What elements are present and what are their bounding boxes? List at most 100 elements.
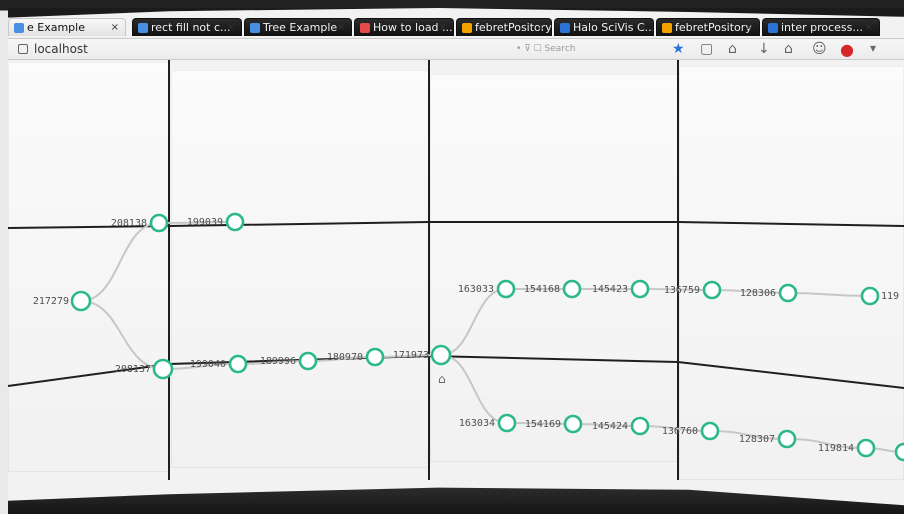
tree-node[interactable]: 145423 (592, 279, 650, 299)
tree-node-label: 189996 (260, 356, 296, 367)
tree-node[interactable]: 180970 (327, 347, 385, 367)
tree-node[interactable]: 136760 (662, 421, 720, 441)
tree-node-circle[interactable] (700, 421, 720, 441)
tree-node-label: 128306 (740, 288, 776, 299)
close-tab-icon[interactable]: × (865, 19, 873, 36)
tab-rect-fill[interactable]: rect fill not c... × (132, 18, 242, 36)
tree-node-circle[interactable] (228, 354, 248, 374)
tree-node-circle[interactable] (702, 280, 722, 300)
tree-node[interactable]: 119 (860, 286, 899, 306)
tree-node-circle[interactable] (563, 414, 583, 434)
tree-node[interactable]: 163034 (459, 413, 517, 433)
bookmark-star-icon[interactable] (672, 41, 686, 57)
tab-favicon-icon (560, 23, 570, 33)
tab-label: Tree Example (263, 21, 338, 34)
tree-node-circle[interactable] (630, 279, 650, 299)
tab-favicon-icon (768, 23, 778, 33)
tree-node-circle[interactable] (70, 290, 92, 312)
pocket-icon[interactable] (728, 41, 742, 57)
profile-icon[interactable] (812, 41, 827, 57)
tab-label: e Example (27, 21, 85, 34)
tree-node-label: 154168 (524, 284, 560, 295)
tree-node-label: 208137 (115, 364, 151, 375)
tree-node[interactable]: 128306 (740, 283, 798, 303)
tab-tree-example-2[interactable]: Tree Example × (244, 18, 352, 36)
clipboard-icon[interactable] (700, 41, 714, 57)
tab-febretpository-1[interactable]: febretPository × (456, 18, 552, 36)
url-text[interactable]: localhost (34, 42, 88, 56)
tree-node-label: 180970 (327, 352, 363, 363)
tree-node-circle[interactable] (497, 413, 517, 433)
tree-node-label: 199040 (190, 359, 226, 370)
tree-node-circle[interactable] (152, 358, 174, 380)
tree-node[interactable]: 208138 (111, 213, 169, 233)
tree-node[interactable]: 154169 (525, 414, 583, 434)
tree-node[interactable]: 136759 (664, 280, 722, 300)
tree-node[interactable]: 1 (894, 442, 904, 462)
tree-node[interactable]: 119814 (818, 438, 876, 458)
close-tab-icon[interactable]: × (439, 19, 447, 36)
tree-node[interactable]: 145424 (592, 416, 650, 436)
tab-febretpository-2[interactable]: febretPository × (656, 18, 760, 36)
tree-node-circle[interactable] (856, 438, 876, 458)
tree-node-label: 208138 (111, 218, 147, 229)
close-tab-icon[interactable]: × (337, 19, 345, 36)
tab-tree-example[interactable]: e Example × (8, 18, 126, 36)
search-hint: • ⊽ ☐ Search (516, 44, 576, 54)
tree-node-circle[interactable] (778, 283, 798, 303)
close-tab-icon[interactable]: × (227, 19, 235, 36)
tree-node-circle[interactable] (777, 429, 797, 449)
tree-node-circle[interactable] (860, 286, 880, 306)
tab-favicon-icon (138, 23, 148, 33)
tree-node-circle[interactable] (225, 212, 245, 232)
tree-node-label: 154169 (525, 419, 561, 430)
tab-label: inter process... (781, 21, 863, 34)
close-tab-icon[interactable]: × (111, 19, 119, 36)
close-tab-icon[interactable]: × (745, 19, 753, 36)
tree-node-label: 119814 (818, 443, 854, 454)
tree-node[interactable]: 199039 (187, 212, 245, 232)
tree-node-circle[interactable] (149, 213, 169, 233)
screen-panel-2 (171, 70, 429, 468)
screen-panel-3 (430, 74, 678, 462)
close-tab-icon[interactable]: × (537, 19, 545, 36)
tab-label: febretPository (675, 21, 752, 34)
tree-node-label: 163034 (459, 418, 495, 429)
tree-node-label: 145423 (592, 284, 628, 295)
home-icon[interactable] (784, 41, 798, 57)
tree-node-label: 199039 (187, 217, 223, 228)
tab-inter-process[interactable]: inter process... × (762, 18, 880, 36)
tree-node-circle[interactable] (894, 442, 904, 462)
tree-node[interactable]: 199040 (190, 354, 248, 374)
close-tab-icon[interactable]: × (639, 19, 647, 36)
tree-node-circle[interactable] (365, 347, 385, 367)
tree-node-label: 145424 (592, 421, 628, 432)
tab-how-to-load[interactable]: How to load ... × (354, 18, 454, 36)
tree-node[interactable]: 128307 (739, 429, 797, 449)
display-wall-screenshot: e Example × rect fill not c... × Tree Ex… (0, 0, 904, 514)
tree-node-label: 128307 (739, 434, 775, 445)
site-info-icon[interactable] (18, 44, 28, 54)
address-bar[interactable]: localhost • ⊽ ☐ Search (8, 38, 904, 60)
tab-halo-scivis[interactable]: Halo SciVis C... × (554, 18, 654, 36)
tree-node-label: 136760 (662, 426, 698, 437)
adblock-icon[interactable] (840, 40, 854, 59)
tab-favicon-icon (662, 23, 672, 33)
menu-chevron-icon[interactable] (868, 41, 882, 57)
tree-node-circle[interactable] (298, 351, 318, 371)
tree-node[interactable]: 154168 (524, 279, 582, 299)
tree-node-circle[interactable] (562, 279, 582, 299)
tree-node-circle[interactable] (496, 279, 516, 299)
tree-node-label: 217279 (33, 296, 69, 307)
screen-panel-4 (679, 66, 904, 480)
tab-favicon-icon (14, 23, 24, 33)
tab-favicon-icon (360, 23, 370, 33)
tree-node-label: 119 (881, 291, 899, 302)
browser-toolbar-icons (672, 40, 882, 59)
tree-node[interactable]: 163033 (458, 279, 516, 299)
download-icon[interactable] (756, 41, 770, 57)
tree-node[interactable]: 189996 (260, 351, 318, 371)
tab-label: rect fill not c... (151, 21, 231, 34)
tree-node-circle[interactable] (630, 416, 650, 436)
tree-node-circle[interactable] (430, 344, 452, 366)
